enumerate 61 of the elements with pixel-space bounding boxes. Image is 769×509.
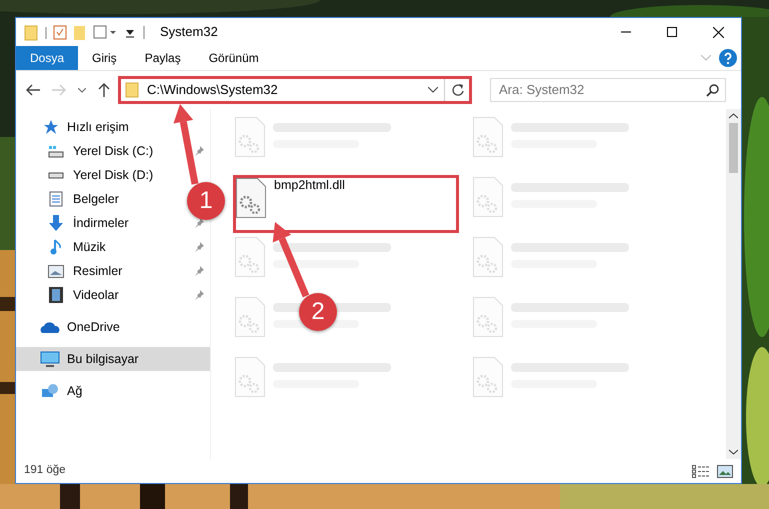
refresh-icon[interactable] bbox=[451, 83, 465, 97]
computer-icon bbox=[40, 351, 60, 367]
details-view-icon[interactable] bbox=[692, 464, 709, 478]
gear-file-icon bbox=[473, 357, 503, 397]
file-name: bmp2html.dll bbox=[274, 178, 345, 193]
nav-item[interactable]: Yerel Disk (C:) bbox=[16, 139, 210, 163]
gear-file-icon bbox=[473, 237, 503, 277]
pin-icon[interactable] bbox=[194, 290, 204, 300]
search-box[interactable]: Ara: System32 bbox=[490, 78, 726, 102]
ribbon-tab[interactable]: Giriş bbox=[78, 46, 131, 70]
document-icon bbox=[49, 191, 63, 207]
pin-icon[interactable] bbox=[194, 242, 204, 252]
ribbon-tab[interactable]: Dosya bbox=[16, 46, 78, 70]
scroll-up-icon[interactable] bbox=[729, 113, 738, 119]
gear-file-icon bbox=[473, 177, 503, 217]
pin-icon[interactable] bbox=[194, 218, 204, 228]
folder-icon bbox=[125, 82, 139, 98]
gear-file-icon bbox=[235, 117, 265, 157]
gear-file-icon bbox=[473, 117, 503, 157]
drive-icon bbox=[48, 172, 64, 178]
ribbon-tab[interactable]: Paylaş bbox=[130, 46, 195, 70]
pin-icon[interactable] bbox=[194, 266, 204, 276]
music-note-icon bbox=[50, 239, 62, 255]
gear-file-icon bbox=[236, 178, 266, 218]
network-icon bbox=[41, 383, 59, 399]
star-icon bbox=[42, 119, 58, 135]
file-item[interactable]: bmp2html.dll bbox=[233, 175, 459, 233]
scrollbar-thumb[interactable] bbox=[729, 123, 738, 173]
download-icon bbox=[48, 215, 64, 231]
dropdown-icon[interactable] bbox=[428, 87, 438, 93]
maximize-icon bbox=[667, 27, 677, 37]
nav-item[interactable]: Müzik bbox=[16, 235, 210, 259]
minimize-icon bbox=[621, 31, 631, 33]
gear-file-icon bbox=[235, 357, 265, 397]
help-icon[interactable] bbox=[719, 49, 737, 67]
nav-item[interactable]: Videolar bbox=[16, 283, 210, 307]
nav-item[interactable]: Resimler bbox=[16, 259, 210, 283]
nav-item[interactable]: Yerel Disk (D:) bbox=[16, 163, 158, 187]
ribbon-tab[interactable]: Görünüm bbox=[194, 46, 273, 70]
film-icon bbox=[49, 287, 63, 303]
search-icon bbox=[706, 84, 719, 96]
pin-icon[interactable] bbox=[194, 146, 204, 156]
address-bar[interactable]: C:\Windows\System32 bbox=[118, 76, 472, 104]
scroll-down-icon[interactable] bbox=[729, 449, 738, 455]
gear-file-icon bbox=[473, 297, 503, 337]
drive-icon bbox=[48, 144, 64, 158]
cloud-icon bbox=[40, 321, 60, 333]
nav-item[interactable]: Bu bilgisayar bbox=[16, 347, 210, 371]
item-count: 191 öğe bbox=[24, 463, 66, 478]
nav-item[interactable]: OneDrive bbox=[16, 315, 124, 339]
large-icons-view-icon[interactable] bbox=[717, 464, 733, 478]
nav-item[interactable]: Belgeler bbox=[16, 187, 123, 211]
gear-file-icon bbox=[235, 297, 265, 337]
nav-item[interactable]: Ağ bbox=[16, 379, 86, 403]
window-title: System32 bbox=[160, 23, 218, 42]
close-icon bbox=[712, 26, 724, 38]
address-input[interactable]: C:\Windows\System32 bbox=[145, 79, 422, 101]
nav-item[interactable]: Hızlı erişim bbox=[16, 115, 133, 139]
scrollbar[interactable] bbox=[726, 109, 741, 459]
picture-icon bbox=[48, 264, 64, 278]
gear-file-icon bbox=[235, 237, 265, 277]
